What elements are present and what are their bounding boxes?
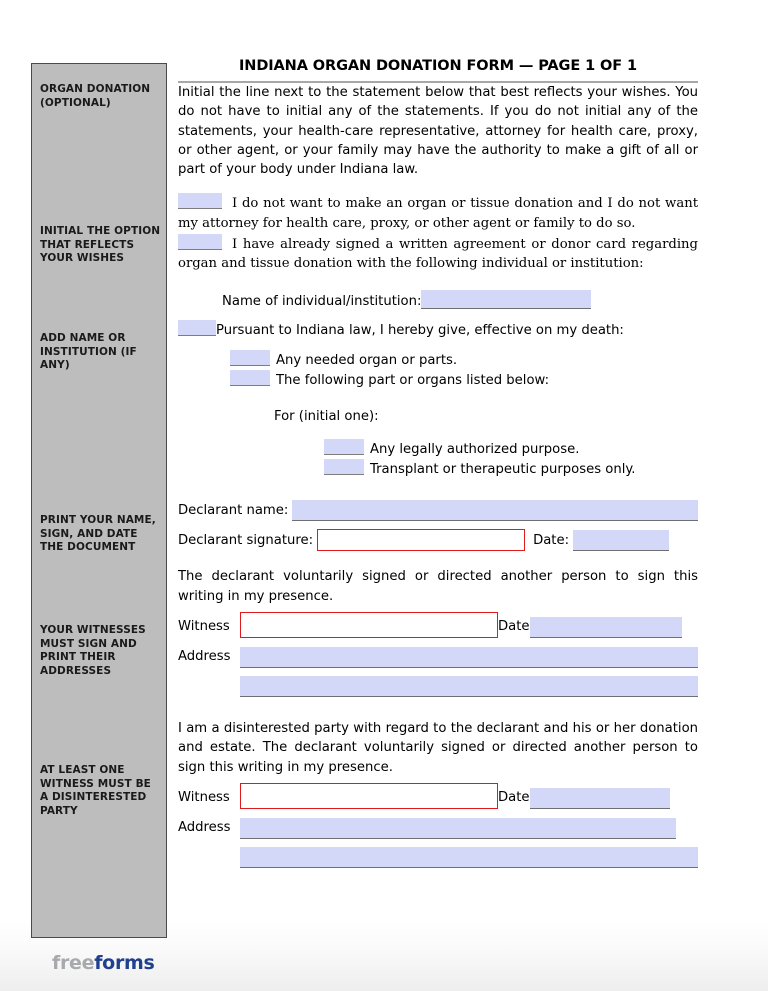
witness-1-address-row: Address bbox=[178, 642, 698, 669]
declarant-signature-input[interactable] bbox=[317, 529, 526, 552]
declarant-name-row: Declarant name: bbox=[178, 497, 698, 522]
witness-2-address-input-1[interactable] bbox=[240, 817, 676, 839]
witness-2-address-label: Address bbox=[178, 819, 231, 835]
sidebar-note-witnesses-sign: YOUR WITNESSES MUST SIGN AND PRINT THEIR… bbox=[40, 624, 146, 677]
option-2-row: I have already signed a written agreemen… bbox=[178, 234, 698, 274]
logo-text-forms: forms bbox=[94, 952, 155, 974]
purpose-a-initial-field[interactable] bbox=[324, 438, 364, 455]
witness-2-statement: I am a disinterested party with regard t… bbox=[178, 721, 698, 775]
witness-2-address-row-2 bbox=[178, 842, 698, 868]
declarant-signature-label: Declarant signature: bbox=[178, 533, 314, 549]
declarant-section: Declarant name: Declarant signature: Dat… bbox=[178, 497, 698, 552]
witness-1-section: The declarant voluntarily signed or dire… bbox=[178, 567, 698, 698]
witness-1-signature-input[interactable] bbox=[240, 612, 498, 639]
option-1-initial-field[interactable] bbox=[178, 193, 222, 210]
declarant-name-input[interactable] bbox=[292, 500, 698, 522]
logo-text-free: free bbox=[52, 952, 95, 974]
option-1-text: I do not want to make an organ or tissue… bbox=[178, 196, 698, 231]
for-initial-one-label: For (initial one): bbox=[274, 408, 379, 424]
witness-1-date-input[interactable] bbox=[529, 617, 682, 639]
sidebar-note-initial-option: INITIAL THE OPTION THAT REFLECTS YOUR WI… bbox=[40, 225, 161, 264]
declarant-date-label: Date: bbox=[533, 533, 570, 549]
witness-2-signature-input[interactable] bbox=[240, 782, 498, 809]
sub-option-b-row: The following part or organs listed belo… bbox=[230, 370, 698, 390]
sidebar-note-disinterested-party: AT LEAST ONE WITNESS MUST BE A DISINTERE… bbox=[40, 764, 151, 817]
witness-2-address-input-2[interactable] bbox=[240, 846, 698, 868]
witness-1-label: Witness bbox=[178, 619, 230, 635]
purpose-b-initial-field[interactable] bbox=[324, 459, 364, 476]
witness-2-signature-row: Witness Date bbox=[178, 782, 698, 809]
sidebar-note-print-sign-date: PRINT YOUR NAME, SIGN, AND DATE THE DOCU… bbox=[40, 514, 156, 553]
name-institution-input[interactable] bbox=[421, 289, 592, 309]
intro-paragraph: Initial the line next to the statement b… bbox=[178, 85, 698, 178]
witness-1-address-input-1[interactable] bbox=[240, 647, 698, 669]
witness-2-date-label: Date bbox=[498, 789, 530, 805]
witness-1-statement: The declarant voluntarily signed or dire… bbox=[178, 569, 698, 604]
name-institution-row: Name of individual/institution: bbox=[222, 289, 698, 309]
declarant-signature-row: Declarant signature: Date: bbox=[178, 527, 698, 552]
declarant-date-input[interactable] bbox=[573, 530, 670, 552]
instructions-sidebar: ORGAN DONATION (OPTIONAL) INITIAL THE OP… bbox=[31, 63, 167, 938]
declarant-name-label: Declarant name: bbox=[178, 503, 289, 519]
witness-2-date-input[interactable] bbox=[529, 787, 670, 809]
option-1-row: I do not want to make an organ or tissue… bbox=[178, 193, 698, 233]
purpose-b-text: Transplant or therapeutic purposes only. bbox=[370, 462, 636, 478]
witness-1-address-row-2 bbox=[178, 671, 698, 698]
sidebar-note-organ-donation: ORGAN DONATION (OPTIONAL) bbox=[40, 83, 151, 109]
option-2-initial-field[interactable] bbox=[178, 234, 222, 251]
witness-1-address-label: Address bbox=[178, 649, 231, 665]
sub-option-a-text: Any needed organ or parts. bbox=[276, 352, 458, 368]
option-3-row: Pursuant to Indiana law, I hereby give, … bbox=[178, 319, 698, 340]
witness-2-address-row: Address bbox=[178, 813, 698, 839]
sub-option-b-initial-field[interactable] bbox=[230, 370, 270, 387]
sub-option-a-row: Any needed organ or parts. bbox=[230, 349, 698, 370]
option-3-text: Pursuant to Indiana law, I hereby give, … bbox=[216, 322, 624, 338]
witness-2-label: Witness bbox=[178, 789, 230, 805]
purpose-a-row: Any legally authorized purpose. bbox=[324, 438, 698, 459]
option-3-initial-field[interactable] bbox=[178, 319, 216, 336]
name-institution-label: Name of individual/institution: bbox=[222, 293, 422, 309]
witness-1-date-label: Date bbox=[498, 619, 530, 635]
page-title: INDIANA ORGAN DONATION FORM — PAGE 1 OF … bbox=[239, 58, 637, 74]
form-body: INDIANA ORGAN DONATION FORM — PAGE 1 OF … bbox=[178, 58, 698, 868]
witness-1-signature-row: Witness Date bbox=[178, 612, 698, 639]
sub-option-a-initial-field[interactable] bbox=[230, 349, 270, 366]
purpose-a-text: Any legally authorized purpose. bbox=[370, 441, 580, 457]
option-2-text: I have already signed a written agreemen… bbox=[178, 237, 698, 272]
document-page: ORGAN DONATION (OPTIONAL) INITIAL THE OP… bbox=[0, 0, 768, 991]
sub-option-b-text: The following part or organs listed belo… bbox=[276, 373, 550, 389]
freeforms-logo[interactable]: freeforms bbox=[52, 952, 155, 974]
purpose-b-row: Transplant or therapeutic purposes only. bbox=[324, 459, 698, 479]
witness-1-address-input-2[interactable] bbox=[240, 676, 698, 698]
sidebar-note-add-name: ADD NAME OR INSTITUTION (IF ANY) bbox=[40, 332, 137, 371]
witness-2-section: I am a disinterested party with regard t… bbox=[178, 719, 698, 868]
